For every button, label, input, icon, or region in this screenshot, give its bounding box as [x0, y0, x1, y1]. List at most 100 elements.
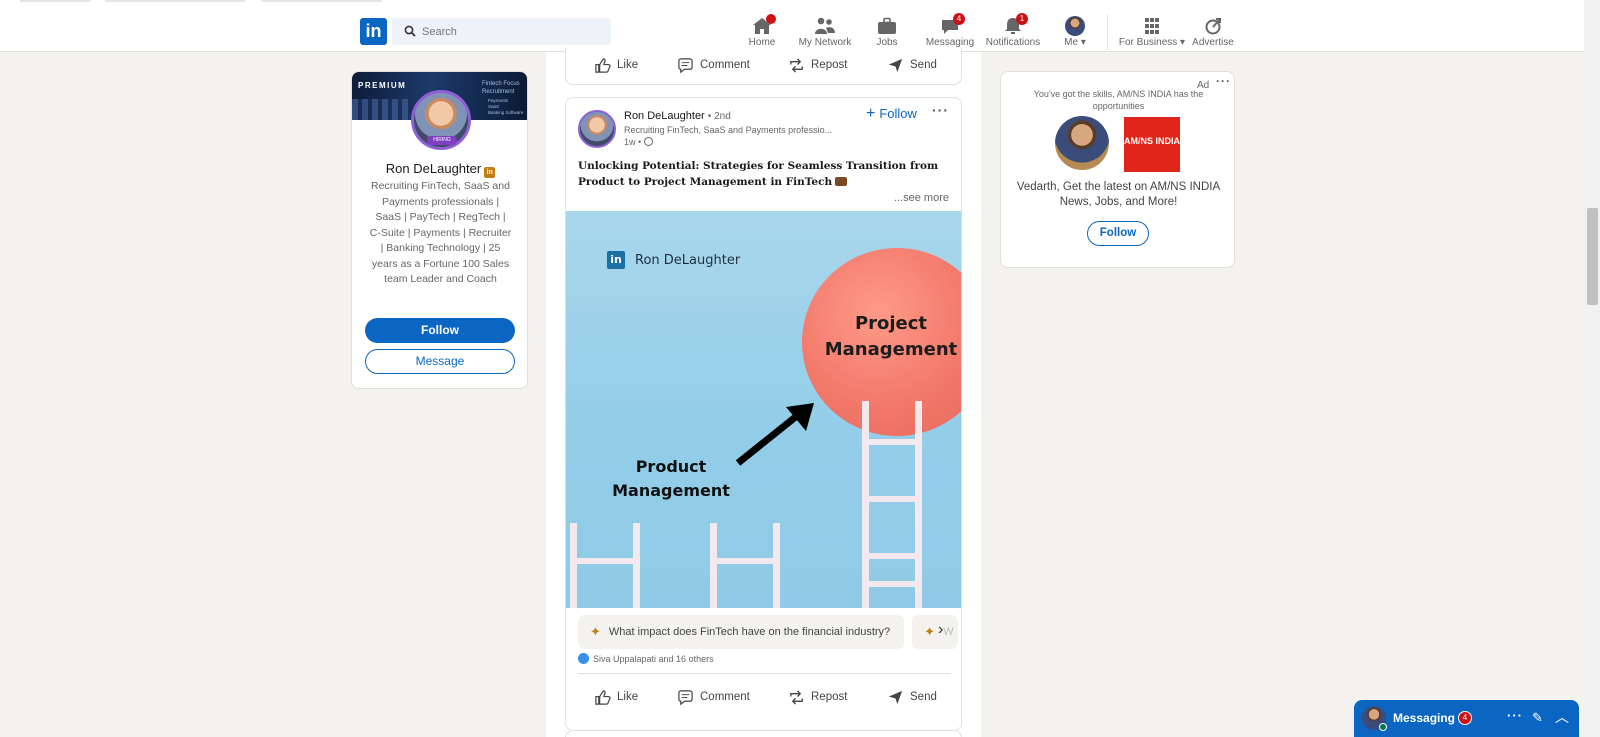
- like-label: Like: [617, 691, 639, 703]
- ad-follow-button[interactable]: Follow: [1087, 221, 1149, 246]
- sparkle-icon: ✦: [590, 624, 601, 639]
- company-logo[interactable]: AM/NS INDIA: [1124, 117, 1180, 172]
- search-box[interactable]: [392, 18, 611, 45]
- repost-label: Repost: [811, 691, 848, 703]
- next-post-card: [565, 730, 962, 737]
- send-button[interactable]: Send: [887, 681, 937, 713]
- nav-advertise[interactable]: Advertise: [1177, 14, 1249, 50]
- post-image[interactable]: in Ron DeLaughter Project Management Pro…: [566, 211, 961, 608]
- nav-me[interactable]: Me ▾: [1040, 14, 1110, 50]
- notifications-badge: 1: [1016, 13, 1028, 25]
- reactions-summary[interactable]: Siva Uppalapati and 16 others: [578, 653, 714, 664]
- chevron-up-icon[interactable]: ︿: [1555, 707, 1569, 727]
- nav-me-label: Me ▾: [1064, 37, 1086, 48]
- nav-notifications-label: Notifications: [985, 37, 1041, 48]
- linkedin-logo[interactable]: in: [360, 18, 387, 45]
- like-label: Like: [617, 59, 639, 71]
- like-reaction-icon: [578, 653, 589, 664]
- comment-label: Comment: [700, 691, 750, 703]
- banner-graphic: [352, 99, 410, 120]
- repost-button[interactable]: Repost: [788, 49, 847, 81]
- ad-tagline: You've got the skills, AM/NS INDIA has t…: [1033, 89, 1204, 111]
- ad-text: Vedarth, Get the latest on AM/NS INDIA N…: [1016, 181, 1221, 208]
- more-options-icon[interactable]: ···: [1216, 74, 1231, 88]
- search-input[interactable]: [422, 18, 602, 45]
- profile-avatar[interactable]: HIRING: [411, 90, 471, 150]
- globe-icon: [644, 137, 654, 146]
- post-time-text: 1w •: [624, 137, 642, 147]
- messaging-dock[interactable]: Messaging 4 ··· ✎ ︿: [1354, 700, 1579, 737]
- project-management-label: Project Management: [824, 313, 958, 360]
- repost-button[interactable]: Repost: [788, 681, 847, 713]
- thumbs-up-icon: [595, 57, 611, 73]
- ladder-rung: [717, 558, 773, 564]
- scrollbar-thumb[interactable]: [1587, 208, 1598, 305]
- ai-prompt-chip[interactable]: ✦ W: [912, 615, 959, 649]
- profile-name[interactable]: Ron DeLaughter in: [352, 161, 527, 178]
- connection-degree: • 2nd: [707, 111, 731, 122]
- send-label: Send: [910, 59, 937, 71]
- banner-title: Fintech Focus Recruitment: [482, 81, 520, 95]
- banner-bullet: Banking Software: [488, 110, 524, 115]
- ladder-tall: [862, 401, 922, 608]
- network-icon: [814, 16, 836, 36]
- post-author[interactable]: Ron DeLaughter • 2nd: [624, 110, 731, 122]
- post-follow-label: Follow: [879, 106, 917, 121]
- ladder-short: [570, 523, 640, 608]
- author-avatar[interactable]: [578, 110, 616, 148]
- send-button[interactable]: Send: [887, 49, 937, 81]
- nav-jobs[interactable]: Jobs: [851, 14, 923, 50]
- reactions-text: Siva Uppalapati and 16 others: [593, 653, 714, 664]
- nav-notifications[interactable]: 1 Notifications: [977, 13, 1049, 50]
- chevron-right-icon[interactable]: ›: [938, 621, 943, 639]
- premium-label: PREMIUM: [358, 81, 407, 90]
- premium-icon: in: [484, 167, 496, 178]
- post-follow-button[interactable]: + Follow: [866, 105, 917, 122]
- feed-post: Ron DeLaughter • 2nd Recruiting FinTech,…: [565, 97, 962, 731]
- comment-label: Comment: [700, 59, 750, 71]
- nav-advertise-label: Advertise: [1192, 37, 1234, 48]
- nav-messaging[interactable]: 4 Messaging: [914, 13, 986, 50]
- divider: [578, 673, 951, 674]
- comment-button[interactable]: Comment: [677, 681, 750, 713]
- repost-icon: [790, 689, 803, 705]
- me-avatar: [1065, 16, 1085, 36]
- notification-dot: [766, 14, 776, 24]
- follow-button[interactable]: Follow: [365, 318, 515, 343]
- thumbs-up-icon: [595, 689, 611, 705]
- more-options-icon[interactable]: ···: [1507, 708, 1523, 723]
- nav-home[interactable]: Home: [726, 14, 798, 50]
- post-text: Unlocking Potential: Strategies for Seam…: [578, 158, 948, 190]
- scrollbar-track[interactable]: [1584, 0, 1600, 737]
- message-button[interactable]: Message: [365, 349, 515, 374]
- send-label: Send: [910, 691, 937, 703]
- ladder-rung: [869, 581, 915, 587]
- sparkle-icon: ✦: [924, 624, 936, 639]
- repost-label: Repost: [811, 59, 848, 71]
- advertise-icon: [1202, 16, 1224, 36]
- more-options-icon[interactable]: ···: [932, 102, 949, 118]
- send-icon: [888, 690, 903, 704]
- messaging-badge: 4: [953, 13, 965, 25]
- like-button[interactable]: Like: [594, 49, 638, 81]
- like-button[interactable]: Like: [594, 681, 638, 713]
- plus-icon: +: [866, 105, 876, 122]
- see-more-link[interactable]: ...see more: [894, 192, 949, 204]
- profile-name-text[interactable]: Ron DeLaughter: [386, 161, 481, 176]
- ladder-rung: [869, 553, 915, 559]
- ladder-rung: [577, 558, 633, 564]
- ladder-rung: [869, 496, 915, 502]
- compose-icon[interactable]: ✎: [1532, 710, 1543, 726]
- banner-bullets: Payments SaaS Banking Software: [488, 98, 523, 116]
- chat-icon: 4: [939, 13, 965, 36]
- comment-button[interactable]: Comment: [677, 49, 750, 81]
- ai-prompt-chip[interactable]: ✦ What impact does FinTech have on the f…: [578, 615, 905, 649]
- messaging-title[interactable]: Messaging: [1393, 711, 1455, 725]
- grid-icon: [1141, 16, 1163, 36]
- profile-card: PREMIUM Fintech Focus Recruitment Paymen…: [351, 71, 528, 389]
- ladder-short: [710, 523, 780, 608]
- tab-strip: [105, 0, 245, 2]
- author-name[interactable]: Ron DeLaughter: [624, 110, 705, 122]
- tab-strip: [262, 0, 382, 2]
- post-time: 1w •: [624, 137, 654, 147]
